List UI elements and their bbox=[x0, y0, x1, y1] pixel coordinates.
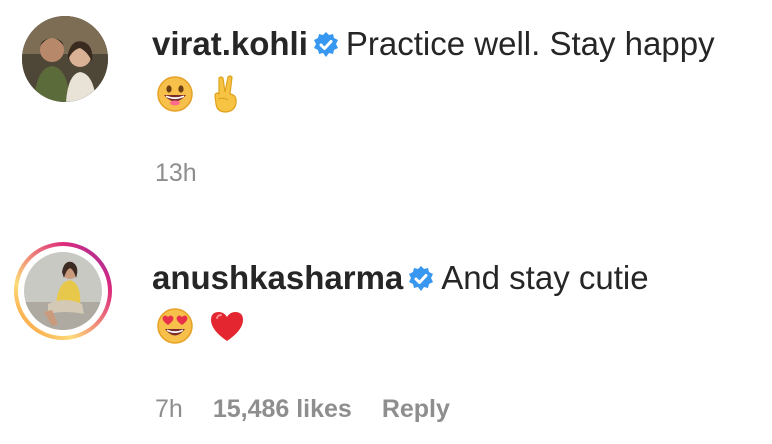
victory-hand-icon bbox=[207, 74, 243, 119]
comment-text: Practice well. Stay happy bbox=[345, 25, 715, 62]
timestamp[interactable]: 7h bbox=[155, 395, 183, 423]
verified-badge-icon bbox=[312, 28, 340, 68]
comment-meta: 7h 15,486 likes Reply bbox=[155, 394, 480, 424]
comment-virat: virat.kohli Practice well. Stay happy 13h bbox=[0, 0, 772, 220]
username[interactable]: anushkasharma bbox=[152, 259, 403, 296]
grinning-face-icon bbox=[155, 74, 195, 119]
verified-badge-icon bbox=[407, 262, 435, 302]
username[interactable]: virat.kohli bbox=[152, 25, 308, 62]
profile-photo bbox=[22, 16, 108, 102]
profile-photo bbox=[24, 252, 102, 330]
likes-count[interactable]: 15,486 likes bbox=[213, 395, 352, 423]
red-heart-icon bbox=[207, 306, 247, 351]
reply-button[interactable]: Reply bbox=[382, 395, 450, 423]
emoji-row bbox=[155, 74, 251, 114]
avatar[interactable] bbox=[22, 16, 108, 102]
emoji-row bbox=[155, 306, 255, 346]
comment-line: anushkasharma And stay cutie bbox=[152, 258, 649, 302]
heart-eyes-face-icon bbox=[155, 306, 195, 351]
comment-text: And stay cutie bbox=[441, 259, 649, 296]
avatar[interactable] bbox=[14, 242, 112, 340]
timestamp[interactable]: 13h bbox=[155, 159, 197, 187]
comment-line: virat.kohli Practice well. Stay happy bbox=[152, 24, 715, 68]
comment-meta: 13h bbox=[155, 158, 227, 188]
comment-anushka: anushkasharma And stay cutie 7h 15,486 lik… bbox=[0, 220, 772, 444]
